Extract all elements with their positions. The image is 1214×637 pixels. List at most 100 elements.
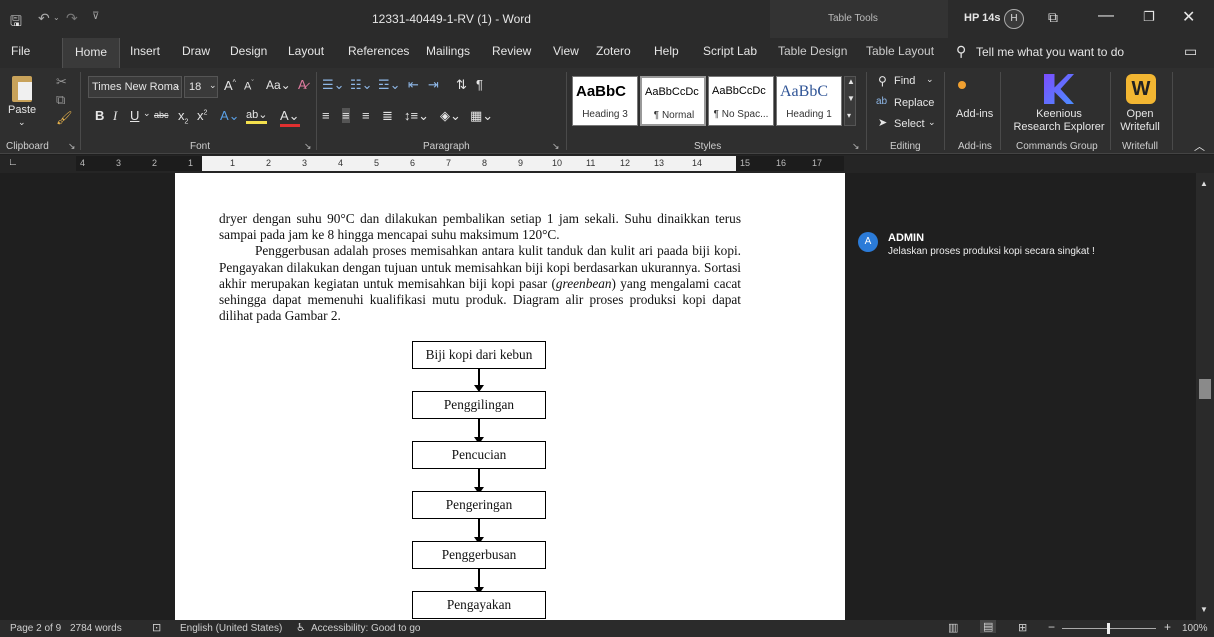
show-formatting-icon[interactable]: ¶	[476, 77, 483, 92]
numbering-icon[interactable]: ☷⌄	[350, 77, 373, 93]
bullets-icon[interactable]: ☰⌄	[322, 77, 345, 93]
italic-icon[interactable]: I	[113, 108, 117, 124]
keenious-button[interactable]: Keenious Research Explorer	[1012, 108, 1106, 134]
flow-step[interactable]: Biji kopi dari kebun	[412, 341, 546, 369]
font-launcher-icon[interactable]: ↘	[304, 141, 312, 152]
shading-icon[interactable]: ◈⌄	[440, 108, 461, 124]
tab-selector-icon[interactable]: ∟	[8, 157, 18, 168]
line-spacing-icon[interactable]: ↕≡⌄	[404, 108, 429, 124]
tell-me-search[interactable]: Tell me what you want to do	[976, 45, 1124, 59]
tab-help[interactable]: Help	[654, 44, 679, 58]
tab-home[interactable]: Home	[62, 38, 121, 68]
zoom-in-icon[interactable]: +	[1164, 620, 1171, 634]
flow-step[interactable]: Pencucian	[412, 441, 546, 469]
align-right-icon[interactable]: ≡	[362, 108, 370, 123]
decrease-indent-icon[interactable]: ⇤	[408, 77, 419, 93]
sort-icon[interactable]: ⇅	[456, 77, 467, 93]
style-no-spacing[interactable]: AaBbCcDc ¶ No Spac...	[708, 76, 774, 126]
flow-step[interactable]: Pengeringan	[412, 491, 546, 519]
tab-script-lab[interactable]: Script Lab	[703, 44, 757, 58]
redo-icon[interactable]: ↷	[66, 10, 78, 27]
style-heading-3[interactable]: AaBbC Heading 3	[572, 76, 638, 126]
tab-draw[interactable]: Draw	[182, 44, 210, 58]
subscript-icon[interactable]: x2	[178, 108, 188, 126]
read-mode-icon[interactable]: ▥	[948, 621, 958, 634]
collapse-ribbon-icon[interactable]: ︿	[1194, 138, 1205, 154]
scroll-down-icon[interactable]: ▼	[1200, 605, 1208, 614]
body-text[interactable]: dryer dengan suhu 90°C dan dilakukan pem…	[219, 211, 741, 324]
addins-button[interactable]: Add-ins	[956, 108, 993, 120]
scroll-up-icon[interactable]: ▲	[1200, 179, 1208, 188]
zoom-out-icon[interactable]: −	[1048, 620, 1055, 634]
find-button[interactable]: Find	[894, 75, 915, 87]
chevron-down-icon[interactable]: ⌄	[926, 74, 934, 85]
word-count[interactable]: 2784 words	[70, 623, 122, 634]
writefull-button[interactable]: Open Writefull	[1114, 108, 1166, 134]
change-case-icon[interactable]: Aa⌄	[266, 78, 291, 92]
superscript-icon[interactable]: x2	[197, 108, 207, 123]
styles-scroll[interactable]: ▲ ▼ ▾	[844, 76, 856, 126]
select-icon[interactable]: ➤	[878, 116, 887, 129]
page-count[interactable]: Page 2 of 9	[10, 623, 61, 634]
undo-icon[interactable]: ↶	[38, 10, 50, 27]
style-normal[interactable]: AaBbCcDc ¶ Normal	[640, 76, 706, 126]
multilevel-list-icon[interactable]: ☲⌄	[378, 77, 401, 93]
comments-icon[interactable]: ▭	[1184, 43, 1197, 60]
tab-insert[interactable]: Insert	[130, 44, 160, 58]
copy-icon[interactable]: ⧉	[56, 92, 65, 108]
underline-icon[interactable]: U	[130, 108, 139, 123]
tab-zotero[interactable]: Zotero	[596, 44, 631, 58]
vertical-scrollbar[interactable]: ▲ ▼	[1196, 173, 1214, 620]
font-size-select[interactable]: 18 ⌄	[184, 76, 218, 98]
find-icon[interactable]: ⚲	[878, 74, 887, 88]
restore-icon[interactable]: ❐	[1143, 9, 1155, 25]
increase-indent-icon[interactable]: ⇥	[428, 77, 439, 93]
paragraph[interactable]: dryer dengan suhu 90°C dan dilakukan pem…	[219, 211, 741, 243]
format-painter-icon[interactable]: 🖌	[56, 110, 73, 126]
paste-dropdown-icon[interactable]: ⌄	[18, 117, 26, 128]
shrink-font-icon[interactable]: Aˇ	[244, 80, 254, 93]
bold-icon[interactable]: B	[95, 108, 104, 123]
tab-table-design[interactable]: Table Design	[778, 44, 847, 58]
tab-review[interactable]: Review	[492, 44, 531, 58]
borders-icon[interactable]: ▦⌄	[470, 108, 493, 124]
tab-layout[interactable]: Layout	[288, 44, 324, 58]
chevron-down-icon[interactable]: ▼	[847, 94, 855, 103]
font-name-select[interactable]: Times New Roma ⌄	[88, 76, 182, 98]
tab-table-layout[interactable]: Table Layout	[866, 44, 934, 58]
tab-design[interactable]: Design	[230, 44, 267, 58]
replace-button[interactable]: Replace	[894, 97, 934, 109]
paste-button[interactable]: Paste ⌄	[8, 74, 38, 128]
comment-text[interactable]: Jelaskan proses produksi kopi secara sin…	[888, 246, 1095, 257]
accessibility-status[interactable]: Accessibility: Good to go	[311, 623, 421, 634]
clipboard-launcher-icon[interactable]: ↘	[68, 141, 76, 152]
align-left-icon[interactable]: ≡	[322, 108, 330, 123]
document-page[interactable]: dryer dengan suhu 90°C dan dilakukan pem…	[175, 173, 845, 620]
tab-references[interactable]: References	[348, 44, 409, 58]
justify-icon[interactable]: ≣	[382, 108, 393, 124]
tab-file[interactable]: File	[11, 44, 30, 58]
align-center-icon[interactable]: ≡	[342, 108, 350, 123]
save-icon[interactable]: 🖫	[10, 11, 22, 35]
grow-font-icon[interactable]: A^	[224, 78, 236, 93]
cut-icon[interactable]: ✂	[56, 74, 67, 90]
styles-more-icon[interactable]: ▾	[847, 111, 851, 120]
undo-dropdown-icon[interactable]: ⌄	[53, 13, 60, 22]
zoom-level[interactable]: 100%	[1182, 623, 1208, 634]
text-effects-icon[interactable]: A⌄	[220, 108, 240, 124]
styles-launcher-icon[interactable]: ↘	[852, 141, 860, 152]
minimize-icon[interactable]: —	[1098, 7, 1114, 25]
tab-view[interactable]: View	[553, 44, 579, 58]
tab-mailings[interactable]: Mailings	[426, 44, 470, 58]
accessibility-icon[interactable]: ♿	[296, 621, 306, 634]
style-heading-1[interactable]: AaBbC Heading 1	[776, 76, 842, 126]
close-icon[interactable]: ✕	[1182, 7, 1195, 27]
paragraph-launcher-icon[interactable]: ↘	[552, 141, 560, 152]
paragraph[interactable]: Penggerbusan adalah proses memisahkan an…	[219, 243, 741, 324]
customize-qat-icon[interactable]: ⊽	[92, 11, 99, 22]
clear-formatting-icon[interactable]: A̷	[298, 77, 307, 92]
zoom-slider[interactable]	[1062, 623, 1156, 634]
scrollbar-thumb[interactable]	[1199, 379, 1211, 399]
flow-step[interactable]: Penggerbusan	[412, 541, 546, 569]
chevron-up-icon[interactable]: ▲	[847, 77, 855, 86]
